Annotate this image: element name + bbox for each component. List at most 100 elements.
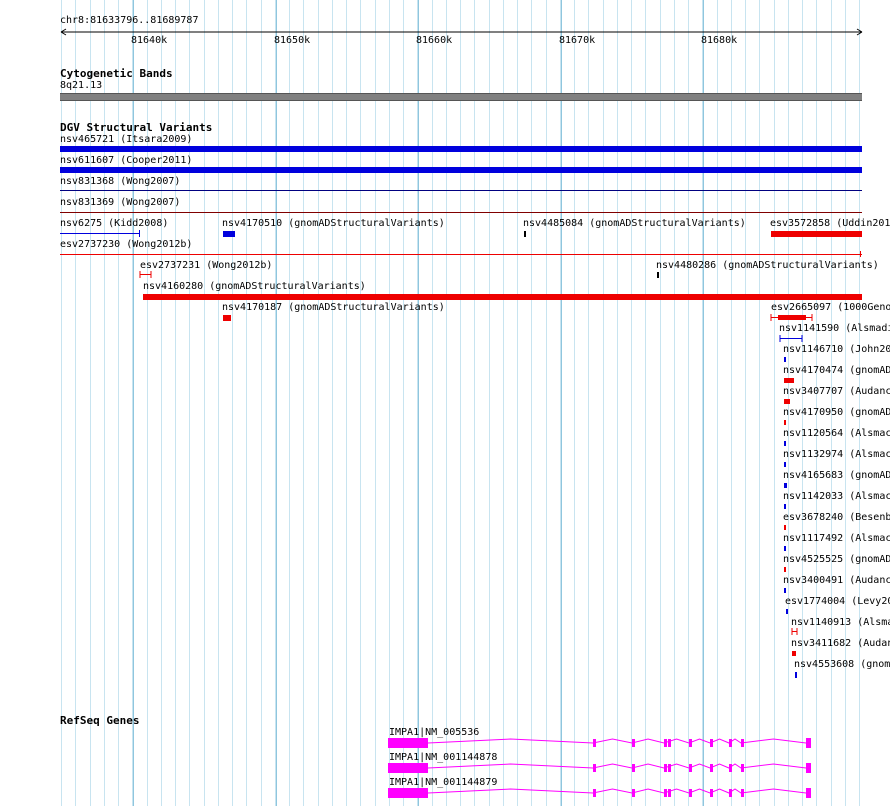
sv-label: nsv4480286 (gnomADStructuralVariants) [656, 260, 879, 271]
exon-block [729, 789, 732, 797]
sv-feature-line[interactable] [60, 254, 862, 255]
sv-feature-bar[interactable] [771, 231, 862, 237]
sv-label: nsv4170187 (gnomADStructuralVariants) [222, 302, 445, 313]
intron-line [427, 738, 807, 744]
exon-block [741, 739, 744, 747]
exon-block [664, 739, 667, 747]
dgv-track-title: DGV Structural Variants [60, 121, 213, 134]
ruler-tick: 81670k [559, 35, 596, 46]
sv-label: nsv831369 (Wong2007) [60, 197, 181, 208]
sv-label: nsv4170510 (gnomADStructuralVariants) [222, 218, 445, 229]
sv-feature-line[interactable] [60, 233, 140, 234]
exon-block [668, 739, 671, 747]
exon-block [632, 789, 635, 797]
sv-feature-bar[interactable] [143, 294, 862, 300]
exon-block [593, 789, 596, 797]
exon-block [729, 764, 732, 772]
exon-block [593, 739, 596, 747]
sv-feature-bar[interactable] [784, 378, 794, 383]
exon-block [668, 789, 671, 797]
sv-feature-bar[interactable] [657, 272, 659, 278]
sv-label: nsv1146710 (John20 [783, 344, 890, 355]
sv-feature-bar[interactable] [784, 441, 786, 446]
sv-label: nsv4525525 (gnomAD [783, 554, 890, 565]
gene-model[interactable] [388, 736, 818, 752]
exon-block [689, 789, 692, 797]
sv-label: nsv1140913 (Alsma [791, 617, 890, 628]
sv-label: esv2737230 (Wong2012b) [60, 239, 193, 250]
sv-feature-bar[interactable] [795, 672, 797, 678]
sv-feature-bar[interactable] [524, 231, 526, 237]
sv-label: nsv4165683 (gnomAD [783, 470, 890, 481]
sv-feature-bar[interactable] [60, 167, 862, 173]
sv-label: nsv3407707 (Audanc [783, 386, 890, 397]
ruler-tick: 81680k [701, 35, 738, 46]
refseq-track-title: RefSeq Genes [60, 714, 140, 727]
sv-feature-bar[interactable] [223, 231, 235, 237]
exon-block [664, 789, 667, 797]
sv-label: nsv4485084 (gnomADStructuralVariants) [523, 218, 746, 229]
sv-label: esv2737231 (Wong2012b) [140, 260, 273, 271]
sv-label: nsv3411682 (Audan [791, 638, 890, 649]
sv-feature-bar[interactable] [60, 146, 862, 152]
gene-model[interactable] [388, 786, 818, 802]
sv-feature-bar[interactable] [784, 462, 786, 467]
sv-label: nsv4170474 (gnomAD [783, 365, 890, 376]
exon-block [689, 739, 692, 747]
sv-feature-bar[interactable] [784, 357, 786, 362]
sv-feature-bar[interactable] [784, 525, 786, 530]
sv-label: nsv1142033 (Alsmac [783, 491, 890, 502]
exon-block [741, 764, 744, 772]
exon-block [668, 764, 671, 772]
exon-block [806, 788, 811, 798]
sv-feature-bar[interactable] [792, 651, 796, 656]
sv-label: nsv1117492 (Alsmac [783, 533, 890, 544]
sv-feature-interval[interactable] [770, 313, 814, 322]
sv-label: nsv465721 (Itsara2009) [60, 134, 193, 145]
exon-block [806, 738, 811, 748]
exon-block [689, 764, 692, 772]
exon-block [741, 789, 744, 797]
sv-feature-bar[interactable] [784, 504, 786, 509]
sv-feature-bar[interactable] [786, 609, 788, 614]
exon-block [593, 764, 596, 772]
sv-label: esv3678240 (Besenb [783, 512, 890, 523]
cytoband-label: 8q21.13 [60, 80, 103, 91]
sv-feature-bar[interactable] [784, 567, 786, 572]
exon-block [632, 739, 635, 747]
sv-label: esv3572858 (Uddin201 [770, 218, 890, 229]
sv-feature-interval[interactable] [791, 628, 799, 636]
sv-label: nsv831368 (Wong2007) [60, 176, 181, 187]
sv-feature-line[interactable] [60, 190, 862, 191]
sv-feature-endcap [860, 251, 861, 257]
sv-feature-interval[interactable] [779, 335, 805, 343]
sv-feature-bar[interactable] [784, 420, 786, 425]
intron-line [427, 763, 807, 769]
exon-block [729, 739, 732, 747]
sv-feature-bar[interactable] [223, 315, 231, 321]
sv-label: nsv1120564 (Alsmac [783, 428, 890, 439]
sv-label: nsv3400491 (Audanc [783, 575, 890, 586]
sv-feature-line[interactable] [60, 212, 862, 213]
exon-block [664, 764, 667, 772]
intron-line [427, 788, 807, 794]
sv-label: nsv4553608 (gnom [794, 659, 890, 670]
exon-block [710, 764, 713, 772]
sv-feature-bar[interactable] [784, 546, 786, 551]
sv-label: esv1774004 (Levy20 [785, 596, 890, 607]
cytoband-bar[interactable] [60, 93, 862, 101]
exon-block [710, 739, 713, 747]
gene-model[interactable] [388, 761, 818, 777]
sv-feature-bar[interactable] [784, 588, 786, 593]
ruler-tick: 81640k [131, 35, 168, 46]
sv-feature-bar[interactable] [784, 399, 790, 404]
exon-block [388, 788, 428, 798]
exon-block [388, 763, 428, 773]
sv-feature-bar[interactable] [784, 483, 787, 488]
sv-label: nsv6275 (Kidd2008) [60, 218, 169, 229]
ruler-tick: 81650k [274, 35, 311, 46]
exon-block [710, 789, 713, 797]
sv-label: esv2665097 (1000Geno [771, 302, 890, 313]
sv-feature-interval[interactable] [139, 271, 153, 279]
sv-label: nsv4170950 (gnomAD [783, 407, 890, 418]
